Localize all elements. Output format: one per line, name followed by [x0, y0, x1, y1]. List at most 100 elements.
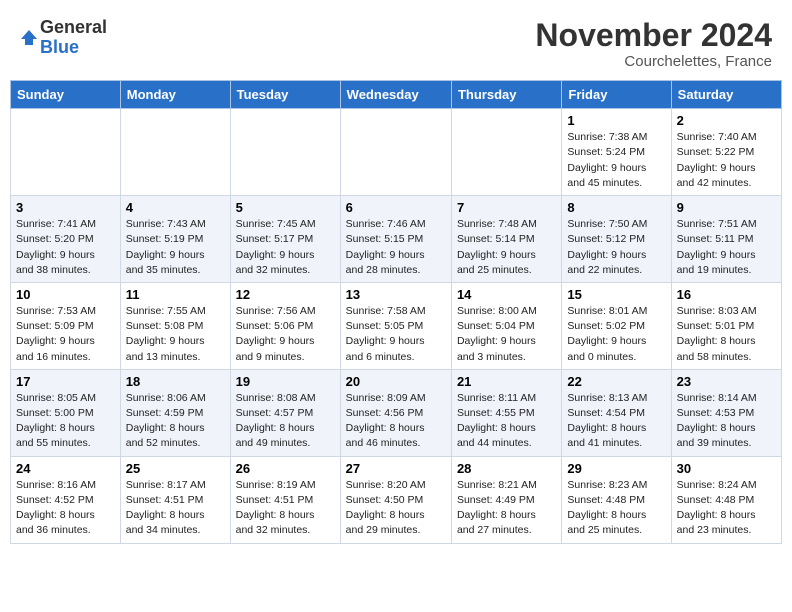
calendar-cell: 5Sunrise: 7:45 AM Sunset: 5:17 PM Daylig… [230, 196, 340, 283]
calendar-cell: 30 Sunrise: 8:24 AM Sunset: 4:48 PM Dayli… [671, 456, 781, 543]
calendar-cell: 19 Sunrise: 8:08 AM Sunset: 4:57 PM Dayli… [230, 369, 340, 456]
day-detail: Sunrise: 8:19 AM Sunset: 4:51 PM Dayligh… [236, 478, 335, 539]
weekday-header: Thursday [451, 81, 561, 109]
day-number: 5 [236, 200, 335, 215]
calendar-cell: 21 Sunrise: 8:11 AM Sunset: 4:55 PM Dayli… [451, 369, 561, 456]
calendar-cell: 7 Sunrise: 7:48 AM Sunset: 5:14 PM Daylig… [451, 196, 561, 283]
day-detail: Sunrise: 7:43 AM Sunset: 5:19 PM Dayligh… [126, 217, 225, 278]
day-detail: Sunrise: 8:09 AM Sunset: 4:56 PM Dayligh… [346, 391, 446, 452]
calendar-cell [451, 109, 561, 196]
calendar-cell [11, 109, 121, 196]
day-number: 12 [236, 287, 335, 302]
weekday-header: Friday [562, 81, 671, 109]
calendar-cell: 27Sunrise: 8:20 AM Sunset: 4:50 PM Dayli… [340, 456, 451, 543]
calendar-cell: 20 Sunrise: 8:09 AM Sunset: 4:56 PM Dayli… [340, 369, 451, 456]
day-number: 22 [567, 374, 665, 389]
day-number: 7 [457, 200, 556, 215]
day-detail: Sunrise: 8:21 AM Sunset: 4:49 PM Dayligh… [457, 478, 556, 539]
day-number: 2 [677, 113, 776, 128]
page-header: General Blue November 2024 Courchelettes… [10, 10, 782, 74]
day-number: 3 [16, 200, 115, 215]
day-detail: Sunrise: 7:46 AM Sunset: 5:15 PM Dayligh… [346, 217, 446, 278]
day-detail: Sunrise: 7:48 AM Sunset: 5:14 PM Dayligh… [457, 217, 556, 278]
day-number: 30 [677, 461, 776, 476]
day-number: 28 [457, 461, 556, 476]
day-detail: Sunrise: 7:56 AM Sunset: 5:06 PM Dayligh… [236, 304, 335, 365]
day-number: 4 [126, 200, 225, 215]
day-detail: Sunrise: 8:20 AM Sunset: 4:50 PM Dayligh… [346, 478, 446, 539]
day-detail: Sunrise: 7:38 AM Sunset: 5:24 PM Dayligh… [567, 130, 665, 191]
day-number: 15 [567, 287, 665, 302]
calendar-cell: 29 Sunrise: 8:23 AM Sunset: 4:48 PM Dayli… [562, 456, 671, 543]
day-number: 21 [457, 374, 556, 389]
day-detail: Sunrise: 8:11 AM Sunset: 4:55 PM Dayligh… [457, 391, 556, 452]
calendar-week-row: 24Sunrise: 8:16 AM Sunset: 4:52 PM Dayli… [11, 456, 782, 543]
weekday-header: Monday [120, 81, 230, 109]
day-number: 9 [677, 200, 776, 215]
day-detail: Sunrise: 7:55 AM Sunset: 5:08 PM Dayligh… [126, 304, 225, 365]
day-number: 20 [346, 374, 446, 389]
calendar-cell [340, 109, 451, 196]
day-number: 17 [16, 374, 115, 389]
day-detail: Sunrise: 8:23 AM Sunset: 4:48 PM Dayligh… [567, 478, 665, 539]
day-number: 26 [236, 461, 335, 476]
weekday-header: Sunday [11, 81, 121, 109]
day-number: 10 [16, 287, 115, 302]
day-number: 14 [457, 287, 556, 302]
day-number: 19 [236, 374, 335, 389]
calendar-cell: 17 Sunrise: 8:05 AM Sunset: 5:00 PM Dayli… [11, 369, 121, 456]
day-detail: Sunrise: 7:53 AM Sunset: 5:09 PM Dayligh… [16, 304, 115, 365]
calendar-cell: 26 Sunrise: 8:19 AM Sunset: 4:51 PM Dayli… [230, 456, 340, 543]
calendar-week-row: 1 Sunrise: 7:38 AM Sunset: 5:24 PM Daylig… [11, 109, 782, 196]
calendar-cell: 6 Sunrise: 7:46 AM Sunset: 5:15 PM Daylig… [340, 196, 451, 283]
calendar-week-row: 17 Sunrise: 8:05 AM Sunset: 5:00 PM Dayli… [11, 369, 782, 456]
day-detail: Sunrise: 8:00 AM Sunset: 5:04 PM Dayligh… [457, 304, 556, 365]
month-title: November 2024 [535, 18, 772, 53]
calendar-cell: 18Sunrise: 8:06 AM Sunset: 4:59 PM Dayli… [120, 369, 230, 456]
day-detail: Sunrise: 8:17 AM Sunset: 4:51 PM Dayligh… [126, 478, 225, 539]
day-detail: Sunrise: 8:05 AM Sunset: 5:00 PM Dayligh… [16, 391, 115, 452]
calendar-cell [120, 109, 230, 196]
weekday-header: Tuesday [230, 81, 340, 109]
day-detail: Sunrise: 8:06 AM Sunset: 4:59 PM Dayligh… [126, 391, 225, 452]
calendar-cell: 15 Sunrise: 8:01 AM Sunset: 5:02 PM Dayli… [562, 282, 671, 369]
day-number: 25 [126, 461, 225, 476]
weekday-header: Saturday [671, 81, 781, 109]
weekday-header-row: SundayMondayTuesdayWednesdayThursdayFrid… [11, 81, 782, 109]
calendar-cell: 13 Sunrise: 7:58 AM Sunset: 5:05 PM Dayli… [340, 282, 451, 369]
calendar-cell: 12 Sunrise: 7:56 AM Sunset: 5:06 PM Dayli… [230, 282, 340, 369]
calendar-cell: 14 Sunrise: 8:00 AM Sunset: 5:04 PM Dayli… [451, 282, 561, 369]
calendar-cell: 25 Sunrise: 8:17 AM Sunset: 4:51 PM Dayli… [120, 456, 230, 543]
day-detail: Sunrise: 8:01 AM Sunset: 5:02 PM Dayligh… [567, 304, 665, 365]
calendar-week-row: 3 Sunrise: 7:41 AM Sunset: 5:20 PM Daylig… [11, 196, 782, 283]
logo-blue: Blue [40, 37, 79, 57]
day-detail: Sunrise: 8:24 AM Sunset: 4:48 PM Dayligh… [677, 478, 776, 539]
calendar-cell: 10 Sunrise: 7:53 AM Sunset: 5:09 PM Dayli… [11, 282, 121, 369]
calendar-cell: 1 Sunrise: 7:38 AM Sunset: 5:24 PM Daylig… [562, 109, 671, 196]
logo: General Blue [20, 18, 107, 58]
calendar-cell: 11 Sunrise: 7:55 AM Sunset: 5:08 PM Dayli… [120, 282, 230, 369]
calendar-cell: 16 Sunrise: 8:03 AM Sunset: 5:01 PM Dayli… [671, 282, 781, 369]
weekday-header: Wednesday [340, 81, 451, 109]
calendar-cell: 3 Sunrise: 7:41 AM Sunset: 5:20 PM Daylig… [11, 196, 121, 283]
day-detail: Sunrise: 8:13 AM Sunset: 4:54 PM Dayligh… [567, 391, 665, 452]
day-detail: Sunrise: 7:41 AM Sunset: 5:20 PM Dayligh… [16, 217, 115, 278]
calendar-cell: 8Sunrise: 7:50 AM Sunset: 5:12 PM Daylig… [562, 196, 671, 283]
day-number: 11 [126, 287, 225, 302]
day-detail: Sunrise: 7:58 AM Sunset: 5:05 PM Dayligh… [346, 304, 446, 365]
day-number: 13 [346, 287, 446, 302]
day-detail: Sunrise: 8:08 AM Sunset: 4:57 PM Dayligh… [236, 391, 335, 452]
calendar-cell: 28 Sunrise: 8:21 AM Sunset: 4:49 PM Dayli… [451, 456, 561, 543]
day-detail: Sunrise: 8:03 AM Sunset: 5:01 PM Dayligh… [677, 304, 776, 365]
day-number: 16 [677, 287, 776, 302]
day-detail: Sunrise: 7:51 AM Sunset: 5:11 PM Dayligh… [677, 217, 776, 278]
calendar-cell: 9 Sunrise: 7:51 AM Sunset: 5:11 PM Daylig… [671, 196, 781, 283]
calendar-cell: 4 Sunrise: 7:43 AM Sunset: 5:19 PM Daylig… [120, 196, 230, 283]
location: Courchelettes, France [535, 53, 772, 70]
day-number: 29 [567, 461, 665, 476]
calendar-cell: 23Sunrise: 8:14 AM Sunset: 4:53 PM Dayli… [671, 369, 781, 456]
day-detail: Sunrise: 7:40 AM Sunset: 5:22 PM Dayligh… [677, 130, 776, 191]
day-number: 6 [346, 200, 446, 215]
day-detail: Sunrise: 7:50 AM Sunset: 5:12 PM Dayligh… [567, 217, 665, 278]
day-number: 1 [567, 113, 665, 128]
